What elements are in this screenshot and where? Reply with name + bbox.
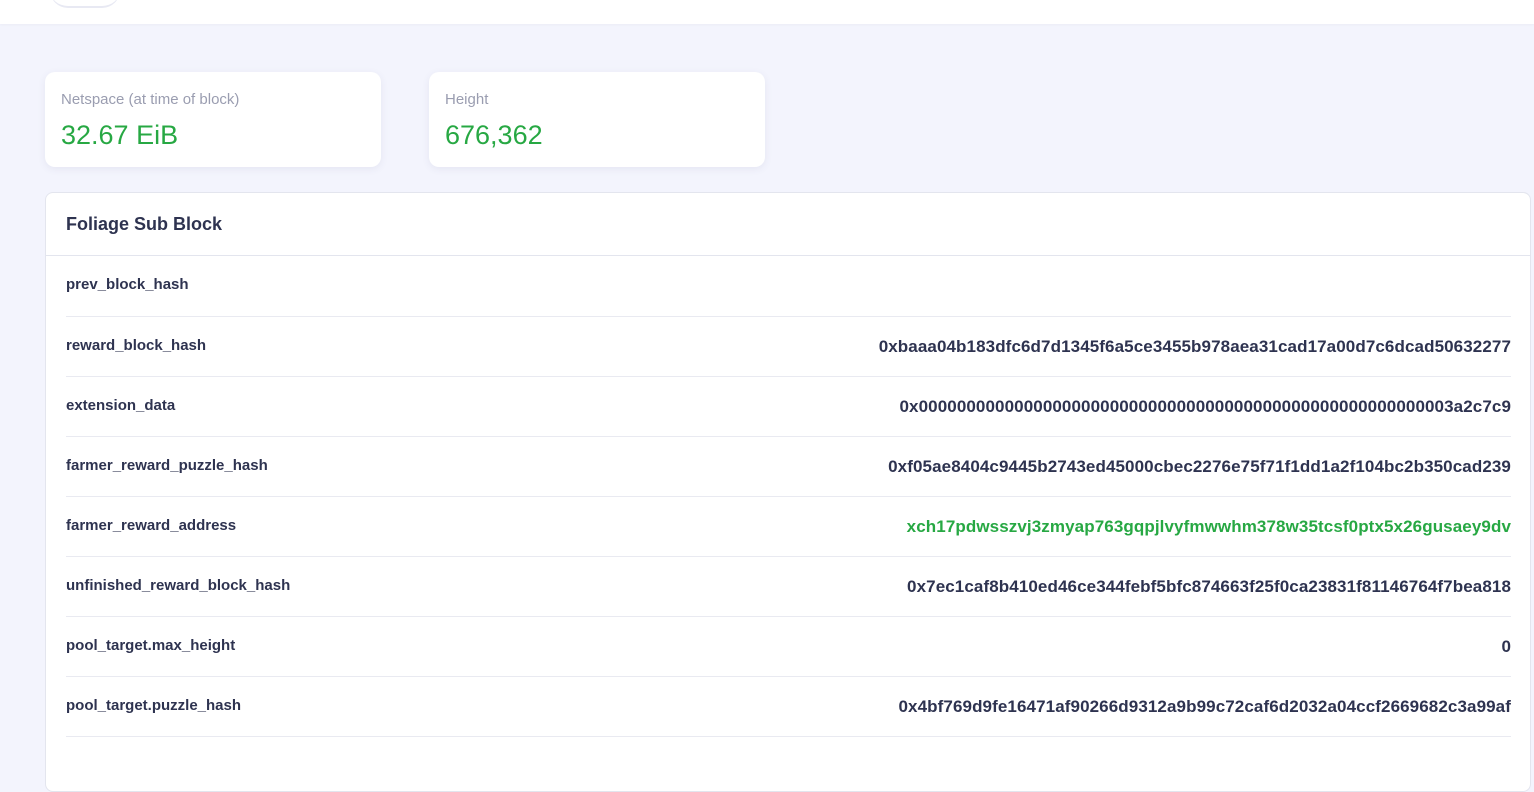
- row-key: prev_block_hash: [66, 276, 189, 293]
- row-prev-block-hash: prev_block_hash: [66, 256, 1511, 317]
- height-card: Height 676,362: [429, 72, 765, 167]
- row-key: extension_data: [66, 396, 176, 414]
- netspace-label: Netspace (at time of block): [61, 91, 240, 108]
- height-label: Height: [445, 91, 489, 108]
- row-reward-block-hash: reward_block_hash 0xbaaa04b183dfc6d7d134…: [66, 317, 1511, 377]
- logo-partial[interactable]: [50, 0, 120, 8]
- row-pool-target-max-height: pool_target.max_height 0: [66, 617, 1511, 677]
- row-value: 0: [1501, 636, 1511, 656]
- row-value: 0x7ec1caf8b410ed46ce344febf5bfc874663f25…: [907, 576, 1511, 596]
- row-farmer-reward-puzzle-hash: farmer_reward_puzzle_hash 0xf05ae8404c94…: [66, 437, 1511, 497]
- foliage-rows: prev_block_hash reward_block_hash 0xbaaa…: [66, 256, 1511, 737]
- panel-header: Foliage Sub Block: [46, 193, 1530, 256]
- foliage-sub-block-panel: Foliage Sub Block prev_block_hash reward…: [45, 192, 1531, 792]
- row-value: 0x00000000000000000000000000000000000000…: [899, 396, 1511, 416]
- row-key: farmer_reward_address: [66, 516, 237, 534]
- row-value: 0xbaaa04b183dfc6d7d1345f6a5ce3455b978aea…: [878, 336, 1511, 356]
- row-farmer-reward-address: farmer_reward_address xch17pdwsszvj3zmya…: [66, 497, 1511, 557]
- row-value: 0x4bf769d9fe16471af90266d9312a9b99c72caf…: [898, 696, 1511, 716]
- row-pool-target-puzzle-hash: pool_target.puzzle_hash 0x4bf769d9fe1647…: [66, 677, 1511, 737]
- top-navigation-bar: [0, 0, 1534, 24]
- row-key: pool_target.puzzle_hash: [66, 696, 242, 714]
- height-value: 676,362: [445, 120, 543, 150]
- row-key: pool_target.max_height: [66, 636, 236, 654]
- row-value: 0xf05ae8404c9445b2743ed45000cbec2276e75f…: [888, 456, 1511, 476]
- panel-title: Foliage Sub Block: [66, 213, 223, 234]
- row-key: farmer_reward_puzzle_hash: [66, 456, 268, 474]
- netspace-card: Netspace (at time of block) 32.67 EiB: [45, 72, 381, 167]
- row-extension-data: extension_data 0x00000000000000000000000…: [66, 377, 1511, 437]
- row-key: reward_block_hash: [66, 336, 207, 354]
- farmer-reward-address-link[interactable]: xch17pdwsszvj3zmyap763gqpjlvyfmwwhm378w3…: [907, 517, 1511, 537]
- row-unfinished-reward-block-hash: unfinished_reward_block_hash 0x7ec1caf8b…: [66, 557, 1511, 617]
- netspace-value: 32.67 EiB: [61, 120, 179, 150]
- row-key: unfinished_reward_block_hash: [66, 576, 291, 594]
